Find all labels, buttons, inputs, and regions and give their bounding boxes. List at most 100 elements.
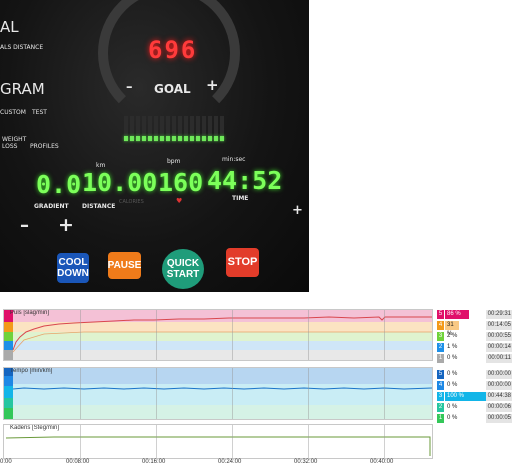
x-tick-1: 00:08:00: [66, 459, 90, 465]
x-tick-4: 00:32:00: [294, 459, 318, 465]
speed-zone-row: 3 100 % 00:44:38: [437, 392, 512, 401]
zone-time: 00:00:00: [486, 370, 512, 379]
distance-readout: 10.00: [82, 168, 158, 197]
x-tick-0: 0:00: [0, 459, 12, 465]
speed-line: [12, 387, 432, 390]
zone-percent: 0 %: [447, 382, 458, 388]
pulse-zone-row: 2 1 % 00:00:14: [437, 343, 512, 352]
goal-minus[interactable]: –: [126, 80, 133, 95]
zone-number: 5: [437, 370, 444, 379]
stop-button[interactable]: STOP: [226, 248, 259, 277]
zone-number: 4: [437, 321, 444, 330]
pulse-line: [12, 316, 432, 353]
label-program: GRAM: [0, 80, 45, 98]
speed-zone-row: 1 0 % 00:00:05: [437, 414, 512, 423]
zone-number: 2: [437, 403, 444, 412]
time-axis: 0:00 00:08:00 00:16:00 00:24:00 00:32:00…: [0, 459, 440, 469]
zone-number: 1: [437, 414, 444, 423]
zone-number: 1: [437, 354, 444, 363]
cadence-grid-1: [80, 425, 81, 458]
speed-zone-row: 5 0 % 00:00:00: [437, 370, 512, 379]
zone-number: 3: [437, 332, 444, 341]
zone-time: 00:00:11: [486, 354, 512, 363]
pulse-grid-1: [80, 310, 81, 360]
cadence-line: [5, 436, 431, 456]
zone-percent: 31 %: [445, 321, 459, 337]
pulse-grid-3: [232, 310, 233, 360]
zone-number: 5: [437, 310, 444, 319]
gradient-plus[interactable]: +: [58, 214, 74, 236]
profile-bar-graph-active: [124, 135, 224, 141]
heart-rate-readout: 160: [158, 168, 204, 197]
goal-plus[interactable]: +: [206, 76, 219, 94]
calories-label: CALORIES: [119, 199, 144, 205]
label-profiles: PROFILES: [30, 143, 59, 150]
zone-number: 4: [437, 381, 444, 390]
x-tick-2: 00:16:00: [142, 459, 166, 465]
zone-time: 00:00:05: [486, 414, 512, 423]
cadence-grid-3: [232, 425, 233, 458]
pulse-grid-4: [308, 310, 309, 360]
treadmill-console-photo: AL ALS DISTANCE GRAM CUSTOM TEST WEIGHT …: [0, 0, 309, 292]
speed-zone-row: 2 0 % 00:00:06: [437, 403, 512, 412]
label-test: TEST: [32, 109, 47, 116]
pulse-chart: Puls [slag/min]: [3, 309, 433, 361]
zone-time: 00:29:31: [486, 310, 512, 319]
zone-percent: 1 %: [447, 344, 458, 350]
zone-percent: 0 %: [447, 404, 458, 410]
distance-label: DISTANCE: [82, 203, 116, 210]
pulse-zone-row: 5 86 % 00:29:31: [437, 310, 512, 319]
unit-minsec: min:sec: [222, 156, 246, 163]
cadence-chart-title: Kadens [Steg/min]: [10, 425, 60, 431]
cadence-grid-5: [384, 425, 385, 458]
zone-percent: 2 %: [447, 333, 458, 339]
label-weight-loss: WEIGHT LOSS: [2, 136, 27, 150]
pulse-zone-row: 4 31 % 00:14:05: [437, 321, 512, 337]
speed-grid-3: [232, 368, 233, 419]
zone-percent: 100 %: [445, 392, 486, 401]
label-al: AL: [0, 18, 19, 36]
label-custom: CUSTOM: [0, 109, 26, 116]
x-tick-5: 00:40:00: [370, 459, 394, 465]
zone-percent: 86 %: [445, 310, 469, 319]
zone-percent: 0 %: [447, 415, 458, 421]
speed-chart: Tempo [min/km]: [3, 367, 433, 420]
goal-label: GOAL: [154, 82, 191, 96]
zone-number: 3: [437, 392, 444, 401]
speed-plus[interactable]: +: [292, 203, 303, 218]
x-tick-3: 00:24:00: [218, 459, 242, 465]
quick-start-button[interactable]: QUICK START: [162, 249, 204, 289]
zone-time: 00:14:05: [486, 321, 512, 330]
gradient-minus[interactable]: –: [20, 215, 29, 236]
pulse-grid-2: [156, 310, 157, 360]
zone-time: 00:00:55: [486, 332, 512, 341]
zone-time: 00:00:06: [486, 403, 512, 412]
time-label: TIME: [232, 195, 249, 202]
zone-percent: 0 %: [447, 355, 458, 361]
zone-time: 00:00:00: [486, 381, 512, 390]
cadence-grid-4: [308, 425, 309, 458]
cool-down-button[interactable]: COOL DOWN: [57, 253, 89, 283]
unit-bpm: bpm: [167, 158, 181, 165]
label-distance-small: ALS DISTANCE: [0, 44, 44, 51]
speed-grid-5: [384, 368, 385, 419]
speed-zone-row: 4 0 % 00:00:00: [437, 381, 512, 390]
zone-number: 2: [437, 343, 444, 352]
pulse-chart-title: Puls [slag/min]: [10, 310, 50, 316]
speed-chart-title: Tempo [min/km]: [10, 368, 53, 374]
pause-button[interactable]: PAUSE: [108, 252, 141, 279]
cadence-grid-2: [156, 425, 157, 458]
cadence-chart: Kadens [Steg/min]: [3, 424, 433, 459]
goal-display: 696: [148, 36, 198, 64]
speed-grid-4: [308, 368, 309, 419]
speed-grid-1: [80, 368, 81, 419]
gradient-readout: 0.0: [36, 170, 82, 199]
zone-percent: 0 %: [447, 371, 458, 377]
heart-icon: ♥: [176, 197, 183, 205]
pulse-grid-5: [384, 310, 385, 360]
zone-time: 00:00:14: [486, 343, 512, 352]
gradient-label: GRADIENT: [34, 203, 69, 210]
pulse-zone-row: 3 2 % 00:00:55: [437, 332, 512, 341]
time-readout: 44:52: [207, 166, 283, 195]
pulse-zone-row: 1 0 % 00:00:11: [437, 354, 512, 363]
